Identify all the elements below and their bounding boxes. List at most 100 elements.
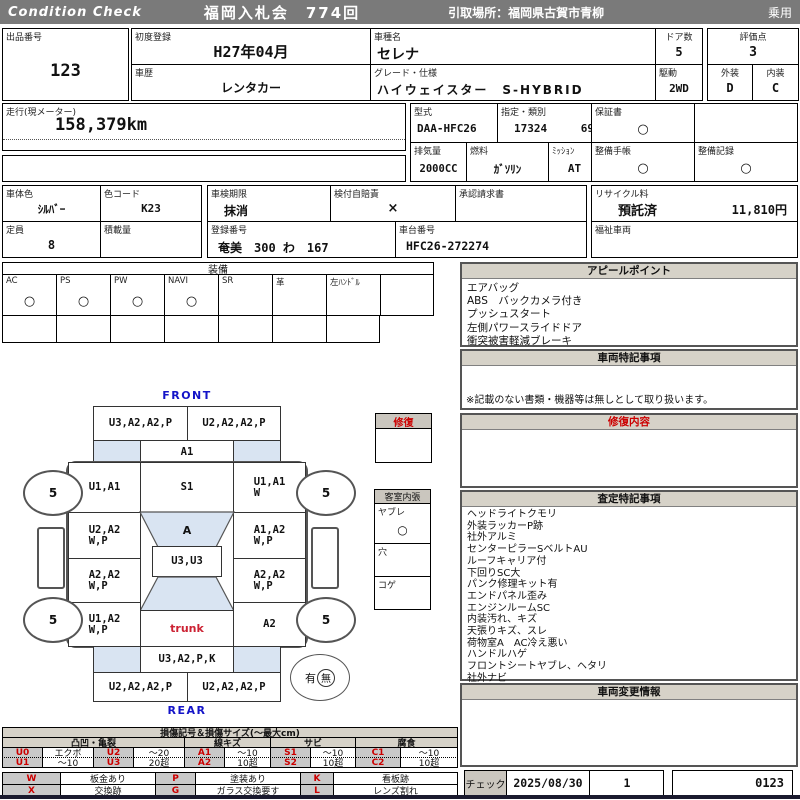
wheel-front-left: 5 xyxy=(23,470,83,516)
equipment-label: SR xyxy=(222,276,234,286)
model-name-box: 車種名 セレナ xyxy=(370,28,656,65)
panel-code: U3,U3 xyxy=(171,555,203,567)
model-code-value: DAA-HFC26 xyxy=(417,122,477,135)
equipment-empty-cell xyxy=(2,315,57,343)
recycle-fee-label: リサイクル料 xyxy=(595,190,649,200)
model-name-value: セレナ xyxy=(377,47,419,63)
auction-condition-sheet: Condition Check 福岡入札会 774回 引取場所：福岡県古賀市青柳… xyxy=(0,0,800,800)
interior-row-burn: コゲ xyxy=(375,577,430,610)
panel-rear-corner-left xyxy=(93,646,141,673)
panel-rear-bumper-left: U2,A2,A2,P xyxy=(93,672,188,702)
wheel-size: 5 xyxy=(48,613,58,627)
legend-code: A2 xyxy=(184,757,225,768)
panel-code: U1,A2 xyxy=(88,612,121,625)
maintenance-record-box: 整備記録 ○ xyxy=(694,142,798,182)
equipment-label: NAVI xyxy=(168,276,188,286)
assessment-line: 荷物室A AC冷え悪い xyxy=(467,637,568,649)
panel-left-front-door: U2,A2 W,P xyxy=(68,512,141,559)
panel-code: U2,A2,A2,P xyxy=(108,680,173,693)
legend-size: 10超 xyxy=(310,757,356,769)
panel-front-bumper-left: U3,A2,A2,P xyxy=(93,406,188,441)
appeal-line: エアバッグ xyxy=(467,282,520,294)
recycle-status-value: 預託済 xyxy=(618,204,658,219)
interior-row-hole: 穴 xyxy=(375,544,430,577)
appeal-points-panel: アピールポイント エアバッグ ABS バックカメラ付き プッシュスタート 左側パ… xyxy=(460,262,798,347)
interior-lining-title: 客室内張 xyxy=(375,490,430,504)
maintenance-record-value: ○ xyxy=(740,160,752,176)
panel-code: W,P xyxy=(88,579,108,592)
appeal-line: 衝突被害軽減ブレーキ xyxy=(467,334,572,347)
wheel-size: 5 xyxy=(321,613,331,627)
equipment-cell-navi: NAVI ○ xyxy=(164,274,219,316)
equipment-empty-cell xyxy=(110,315,165,343)
brand-logo: Condition Check xyxy=(8,4,142,20)
vehicle-notes-note: ※記載のない書類・機器等は無しとして取り扱います。 xyxy=(466,395,714,406)
score-box: 評価点 3 xyxy=(707,28,799,65)
panel-code: U2,A2,A2,P xyxy=(202,680,266,693)
displacement-value: 2000CC xyxy=(419,162,458,175)
first-registration-value: H27年04月 xyxy=(213,43,289,61)
score-value: 3 xyxy=(749,44,757,60)
assessment-line: パンク修理キット有 xyxy=(467,579,558,591)
maintenance-book-box: 整備手帳 ○ xyxy=(591,142,695,182)
panel-right-quarter: A2 xyxy=(233,602,306,647)
spare-present-label: 有 xyxy=(305,671,316,685)
assessment-line: 下回りSC大 xyxy=(467,567,521,579)
first-registration-box: 初度登録 H27年04月 xyxy=(131,28,371,65)
model-code-box: 型式 DAA-HFC26 xyxy=(410,103,498,143)
welfare-box: 福祉車両 xyxy=(591,221,798,258)
approval-label: 承認請求書 xyxy=(459,190,505,200)
legend-size: 〜10 xyxy=(42,757,94,769)
panel-front-bumper-right: U2,A2,A2,P xyxy=(187,406,281,441)
panel-code: A2,A2 xyxy=(253,568,286,581)
chassis-number-value: HFC26-272274 xyxy=(406,239,490,253)
check-count: 1 xyxy=(623,776,631,790)
panel-code: U2,A2 xyxy=(88,523,121,536)
load-label: 積載量 xyxy=(104,226,132,236)
equipment-empty-cell xyxy=(218,315,273,343)
symbol-legend-table: W 板金あり P 塗装あり K 看板跡 X 交換跡 G ガラス交換要す L レン… xyxy=(2,772,458,797)
assessment-line: センターピラーSベルトAU xyxy=(467,544,588,556)
equipment-value: ○ xyxy=(77,293,90,309)
vehicle-notes-panel: 車両特記事項 ※記載のない書類・機器等は無しとして取り扱います。 xyxy=(460,349,798,410)
assessment-line: 天張りキズ、スレ xyxy=(467,626,547,638)
header-bar: Condition Check 福岡入札会 774回 引取場所：福岡県古賀市青柳… xyxy=(0,0,800,24)
load-box: 積載量 xyxy=(100,221,202,258)
repair-mini-box: 修復 xyxy=(375,413,432,463)
chassis-number-label: 車台番号 xyxy=(399,226,436,236)
panel-right-rear-door: A2,A2 W,P xyxy=(233,558,306,603)
registration-number-box: 登録番号 奄美 300 わ 167 xyxy=(207,221,396,258)
panel-roof: U3,U3 xyxy=(152,546,222,577)
check-number-box: 0123 xyxy=(672,770,793,796)
equipment-cell-pw: PW ○ xyxy=(110,274,165,316)
equipment-label: 革 xyxy=(276,278,285,288)
panel-code: U3,A2,A2,P xyxy=(108,417,173,429)
inspection-box: 車検期限 抹消 xyxy=(207,185,331,222)
mileage-note-box xyxy=(2,155,406,182)
capacity-value: 8 xyxy=(47,237,56,252)
grade-label: グレード・仕様 xyxy=(374,69,438,79)
body-color-box: 車体色 ｼﾙﾊﾞｰ xyxy=(2,185,101,222)
equipment-cell-leather: 革 xyxy=(272,274,327,316)
appeal-line: 左側パワースライドドア xyxy=(467,321,582,334)
damage-legend-table: 損傷記号＆損傷サイズ(〜最大cm) 凸凹・亀裂 線キズ サビ 腐食 U0 エクボ… xyxy=(2,727,458,769)
panel-code: A1 xyxy=(180,445,194,458)
assessment-notes-body: ヘッドライトクモリ 外装ラッカーP跡 社外アルミ センターピラーSベルトAU ル… xyxy=(462,507,796,687)
rear-window-shape xyxy=(139,576,235,612)
panel-code: U1,A1 xyxy=(253,475,286,488)
equipment-cell-extra xyxy=(380,274,434,316)
equipment-cell-ac: AC ○ xyxy=(2,274,57,316)
equipment-empty-cell xyxy=(56,315,111,343)
fuel-value: ｶﾞｿﾘﾝ xyxy=(493,162,522,176)
legend-code: U3 xyxy=(93,757,134,768)
history-value: レンタカー xyxy=(220,81,281,95)
equipment-cell-ps: PS ○ xyxy=(56,274,111,316)
drive-box: 駆動 2WD xyxy=(655,64,703,101)
legend-size: 10超 xyxy=(224,757,271,769)
panel-trunk: trunk xyxy=(140,610,234,647)
color-code-box: 色コード K23 xyxy=(100,185,202,222)
model-name-label: 車種名 xyxy=(374,33,402,43)
assessment-line: エンジンルームSC xyxy=(467,602,551,614)
class-label: 指定・類別 xyxy=(501,108,547,118)
lot-number-box: 出品番号 123 xyxy=(2,28,129,101)
